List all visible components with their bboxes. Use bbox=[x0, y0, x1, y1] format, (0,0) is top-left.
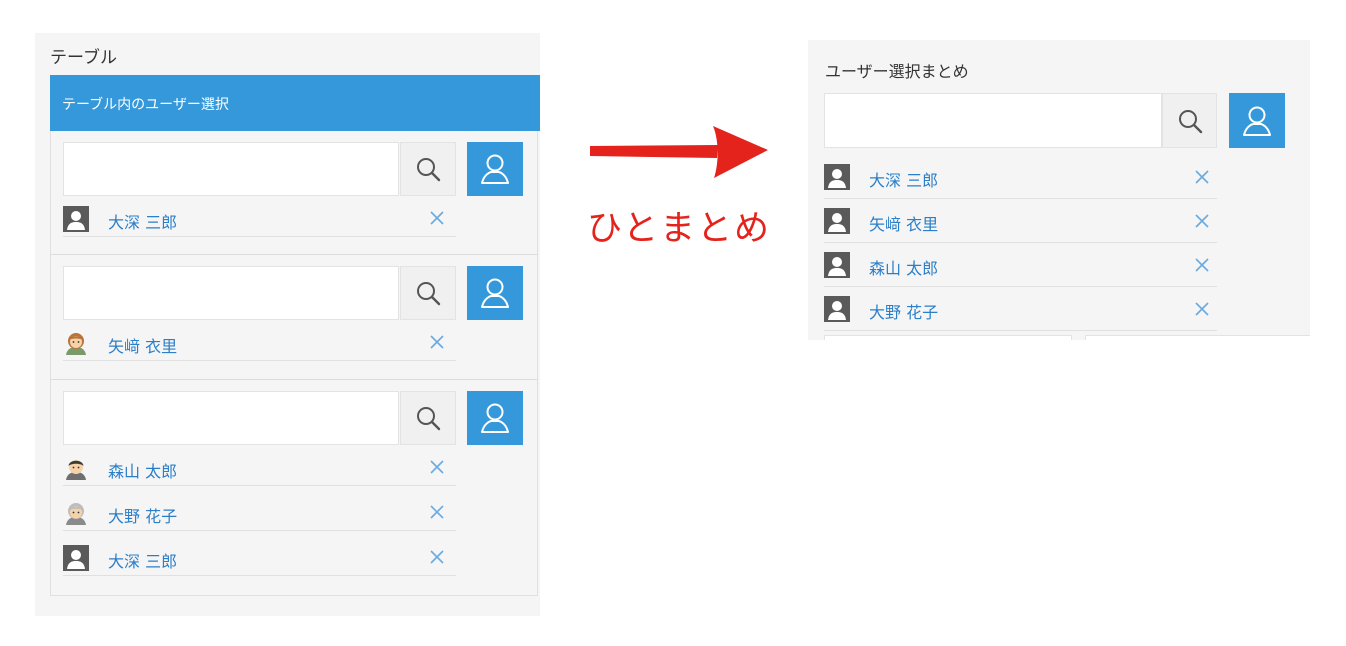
table-panel: テーブル テーブル内のユーザー選択 大深 三郎 矢﨑 衣里 森山 太郎 大野 花… bbox=[35, 33, 540, 616]
elderly-woman-avatar bbox=[63, 500, 89, 526]
search-icon bbox=[1178, 109, 1202, 133]
default-user-icon bbox=[824, 296, 850, 322]
table-body: 大深 三郎 矢﨑 衣里 森山 太郎 大野 花子 大深 三郎 bbox=[50, 131, 538, 596]
remove-user-button[interactable] bbox=[427, 457, 447, 477]
close-icon bbox=[430, 335, 444, 349]
user-search-input[interactable] bbox=[64, 143, 400, 197]
user-name-link[interactable]: 森山 太郎 bbox=[869, 255, 938, 279]
man-avatar bbox=[63, 455, 89, 481]
user-name-link[interactable]: 大野 花子 bbox=[108, 503, 177, 527]
default-user-icon bbox=[824, 164, 850, 190]
user-name-link[interactable]: 大深 三郎 bbox=[108, 548, 177, 572]
selected-user: 大野 花子 bbox=[63, 496, 456, 531]
close-icon bbox=[430, 550, 444, 564]
close-icon bbox=[430, 211, 444, 225]
woman-avatar bbox=[63, 330, 89, 356]
next-field-stub bbox=[824, 335, 1072, 340]
remove-user-button[interactable] bbox=[1192, 299, 1212, 319]
user-name-link[interactable]: 矢﨑 衣里 bbox=[869, 211, 938, 235]
search-button[interactable] bbox=[400, 266, 456, 320]
selected-user: 大野 花子 bbox=[824, 288, 1217, 331]
user-name-link[interactable]: 大深 三郎 bbox=[108, 209, 177, 233]
user-select-button[interactable] bbox=[1229, 93, 1285, 148]
remove-user-button[interactable] bbox=[1192, 167, 1212, 187]
default-user-icon bbox=[824, 208, 850, 234]
user-name-link[interactable]: 大野 花子 bbox=[869, 299, 938, 323]
next-field-stub bbox=[1085, 335, 1310, 340]
search-icon bbox=[417, 407, 441, 431]
search-button[interactable] bbox=[400, 142, 456, 196]
table-row: 矢﨑 衣里 bbox=[51, 255, 537, 380]
search-field bbox=[63, 142, 400, 197]
default-user-icon bbox=[824, 252, 850, 278]
caption-text: ひとまとめ bbox=[587, 209, 771, 249]
remove-user-button[interactable] bbox=[427, 208, 447, 228]
remove-user-button[interactable] bbox=[427, 502, 447, 522]
user-select-icon bbox=[481, 403, 509, 433]
selected-user: 矢﨑 衣里 bbox=[63, 326, 456, 361]
search-icon bbox=[417, 282, 441, 306]
user-name-link[interactable]: 矢﨑 衣里 bbox=[108, 333, 177, 357]
selected-user: 大深 三郎 bbox=[824, 156, 1217, 199]
search-button[interactable] bbox=[1162, 93, 1217, 148]
search-icon bbox=[417, 158, 441, 182]
combined-user-panel: ユーザー選択まとめ 大深 三郎 矢﨑 衣里 森山 太郎 大野 花子 bbox=[808, 40, 1310, 340]
remove-user-button[interactable] bbox=[427, 547, 447, 567]
table-row: 大深 三郎 bbox=[51, 131, 537, 255]
user-select-icon bbox=[481, 278, 509, 308]
close-icon bbox=[1195, 170, 1209, 184]
search-field bbox=[824, 93, 1163, 149]
panel-title: テーブル bbox=[50, 48, 117, 68]
selected-user: 矢﨑 衣里 bbox=[824, 200, 1217, 243]
search-button[interactable] bbox=[400, 391, 456, 445]
remove-user-button[interactable] bbox=[1192, 211, 1212, 231]
user-search-input[interactable] bbox=[64, 392, 400, 446]
user-select-button[interactable] bbox=[467, 266, 523, 320]
panel-title: ユーザー選択まとめ bbox=[825, 62, 969, 81]
user-select-button[interactable] bbox=[467, 391, 523, 445]
search-field bbox=[63, 391, 400, 446]
close-icon bbox=[430, 460, 444, 474]
table-header-label: テーブル内のユーザー選択 bbox=[62, 97, 229, 113]
close-icon bbox=[1195, 214, 1209, 228]
default-user-icon bbox=[63, 545, 89, 571]
remove-user-button[interactable] bbox=[427, 332, 447, 352]
table-row: 森山 太郎 大野 花子 大深 三郎 bbox=[51, 380, 537, 595]
user-select-button[interactable] bbox=[467, 142, 523, 196]
user-select-icon bbox=[1243, 106, 1271, 136]
user-name-link[interactable]: 大深 三郎 bbox=[869, 167, 938, 191]
remove-user-button[interactable] bbox=[1192, 255, 1212, 275]
close-icon bbox=[430, 505, 444, 519]
selected-user: 森山 太郎 bbox=[63, 451, 456, 486]
selected-user: 大深 三郎 bbox=[63, 202, 456, 237]
user-name-link[interactable]: 森山 太郎 bbox=[108, 458, 177, 482]
search-field bbox=[63, 266, 400, 321]
close-icon bbox=[1195, 302, 1209, 316]
user-search-input[interactable] bbox=[825, 94, 1163, 149]
user-search-input[interactable] bbox=[64, 267, 400, 321]
default-user-icon bbox=[63, 206, 89, 232]
user-select-icon bbox=[481, 154, 509, 184]
close-icon bbox=[1195, 258, 1209, 272]
selected-user: 大深 三郎 bbox=[63, 541, 456, 576]
arrow-right-icon bbox=[590, 126, 768, 178]
selected-user: 森山 太郎 bbox=[824, 244, 1217, 287]
table-header: テーブル内のユーザー選択 bbox=[50, 75, 540, 131]
